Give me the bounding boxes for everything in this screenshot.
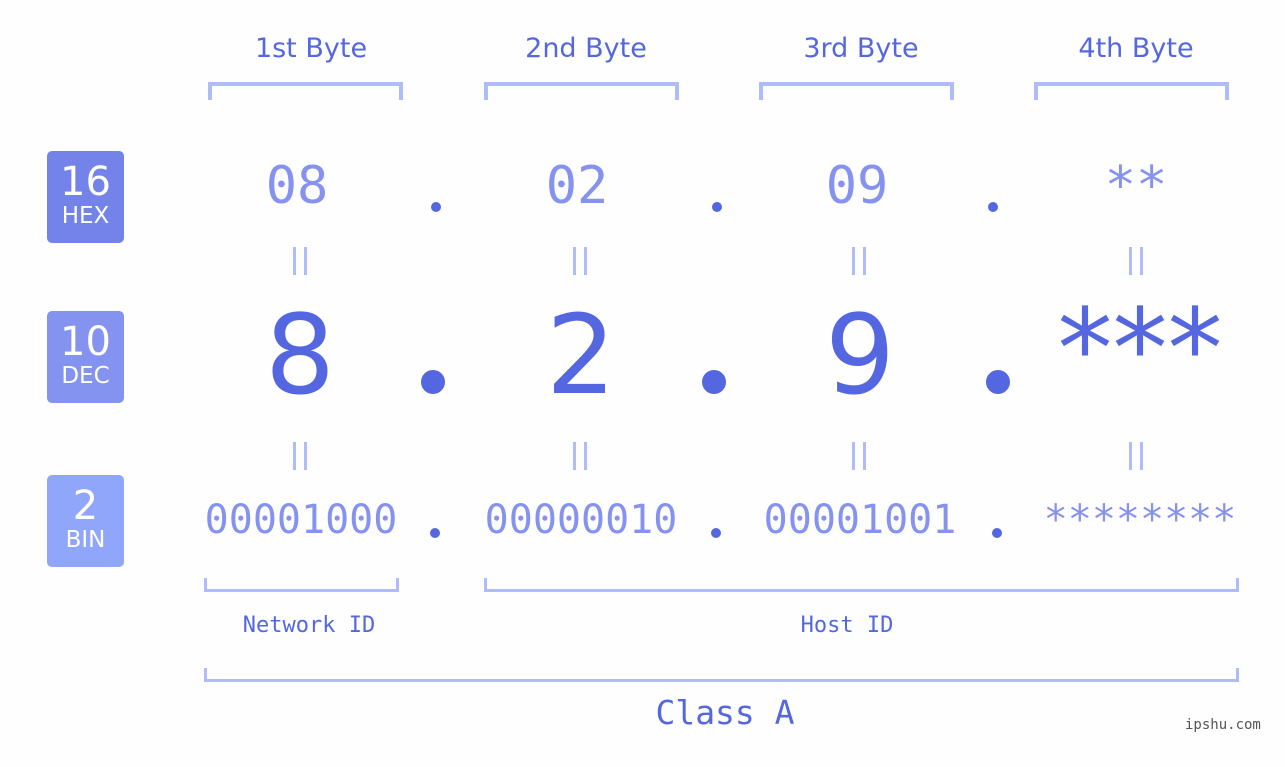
bin-byte-3: 00001001 xyxy=(763,497,957,543)
byte-header-1: 1st Byte xyxy=(254,33,368,64)
byte-header-4: 4th Byte xyxy=(1078,33,1194,64)
class-label: Class A xyxy=(655,693,795,732)
byte-bracket-4 xyxy=(1034,82,1229,100)
bin-badge-base: 2 xyxy=(72,483,99,529)
equals-hex-dec-3 xyxy=(829,247,889,279)
equals-dec-bin-1 xyxy=(270,442,330,474)
host-id-label: Host ID xyxy=(800,613,894,638)
network-id-bracket xyxy=(204,578,399,592)
equals-hex-dec-4 xyxy=(1106,247,1166,279)
equals-hex-dec-2 xyxy=(550,247,610,279)
dec-byte-4: *** xyxy=(1057,285,1223,413)
bin-dot-1 xyxy=(430,528,440,538)
dec-dot-1 xyxy=(421,370,445,394)
bin-badge: 2 BIN xyxy=(47,475,124,567)
hex-byte-4: ** xyxy=(1104,156,1168,216)
bin-byte-2: 00000010 xyxy=(484,497,678,543)
dec-dot-3 xyxy=(986,370,1010,394)
hex-dot-2 xyxy=(712,202,722,212)
bin-badge-label: BIN xyxy=(65,527,106,553)
hex-badge: 16 HEX xyxy=(47,151,124,243)
hex-badge-base: 16 xyxy=(60,159,111,205)
dec-byte-2: 2 xyxy=(546,291,616,419)
byte-bracket-3 xyxy=(759,82,954,100)
hex-byte-1: 08 xyxy=(265,156,329,216)
dec-byte-1: 8 xyxy=(265,291,335,419)
hex-badge-label: HEX xyxy=(61,203,110,229)
bin-byte-1: 00001000 xyxy=(204,497,398,543)
equals-hex-dec-1 xyxy=(270,247,330,279)
hex-byte-3: 09 xyxy=(825,156,889,216)
hex-dot-3 xyxy=(988,202,998,212)
host-id-bracket xyxy=(484,578,1239,592)
bin-byte-4: ******** xyxy=(1043,497,1237,543)
dec-badge-base: 10 xyxy=(60,319,111,365)
bin-dot-2 xyxy=(711,528,721,538)
equals-dec-bin-2 xyxy=(550,442,610,474)
bin-dot-3 xyxy=(992,528,1002,538)
equals-dec-bin-3 xyxy=(829,442,889,474)
class-bracket xyxy=(204,668,1239,682)
dec-byte-3: 9 xyxy=(825,291,895,419)
watermark: ipshu.com xyxy=(1185,717,1261,733)
dec-badge: 10 DEC xyxy=(47,311,124,403)
byte-header-3: 3rd Byte xyxy=(803,33,919,64)
dec-dot-2 xyxy=(702,370,726,394)
byte-bracket-1 xyxy=(208,82,403,100)
dec-badge-label: DEC xyxy=(61,363,110,389)
hex-dot-1 xyxy=(431,202,441,212)
equals-dec-bin-4 xyxy=(1106,442,1166,474)
byte-header-2: 2nd Byte xyxy=(525,33,647,64)
hex-byte-2: 02 xyxy=(545,156,609,216)
network-id-label: Network ID xyxy=(242,613,376,638)
byte-bracket-2 xyxy=(484,82,679,100)
